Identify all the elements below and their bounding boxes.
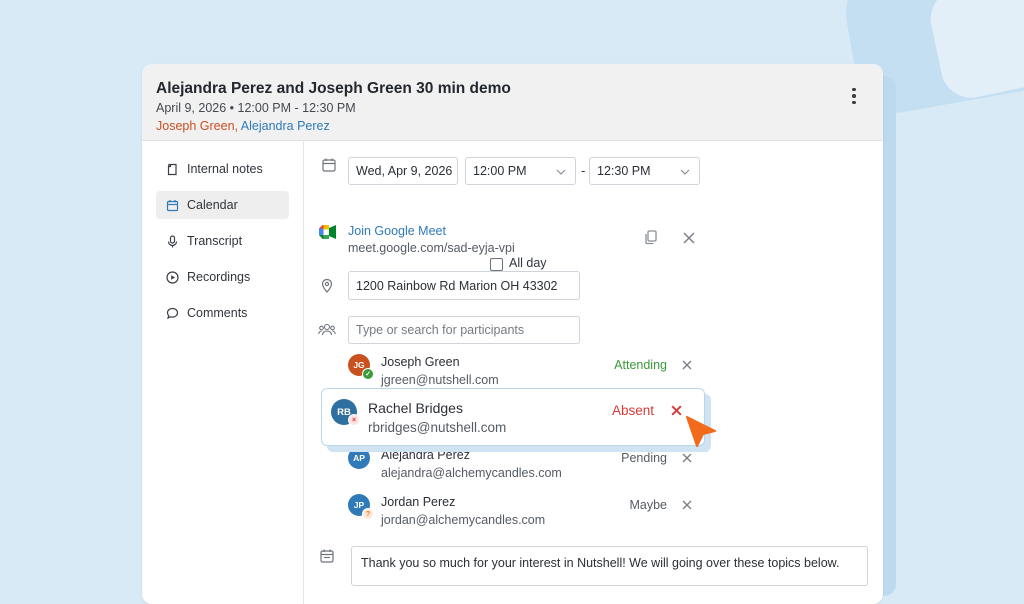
sidebar-item-calendar[interactable]: Calendar <box>156 191 289 219</box>
sidebar-item-label: Calendar <box>187 198 238 212</box>
end-time-value: 12:30 PM <box>597 164 651 178</box>
event-attendee-names: Joseph Green, Alejandra Perez <box>156 119 330 133</box>
sidebar-item-internal-notes[interactable]: Internal notes <box>156 155 289 183</box>
location-input[interactable]: 1200 Rainbow Rd Marion OH 43302 <box>348 271 580 300</box>
microphone-icon <box>165 234 179 248</box>
sidebar-item-comments[interactable]: Comments <box>156 299 289 327</box>
event-title: Alejandra Perez and Joseph Green 30 min … <box>156 80 511 97</box>
all-day-checkbox[interactable] <box>490 258 503 271</box>
sidebar: Internal notes Calendar Transcript Recor… <box>142 141 304 604</box>
participant-search-input[interactable]: Type or search for participants <box>348 316 580 344</box>
date-picker[interactable]: Wed, Apr 9, 2026 <box>348 157 458 185</box>
chevron-down-icon <box>680 169 690 175</box>
remove-participant-icon[interactable] <box>670 404 683 417</box>
all-day-label: All day <box>509 256 547 270</box>
copy-icon[interactable] <box>643 229 659 245</box>
event-header: Alejandra Perez and Joseph Green 30 min … <box>142 64 883 141</box>
notes-textarea[interactable]: Thank you so much for your interest in N… <box>351 546 868 586</box>
end-time-select[interactable]: 12:30 PM <box>589 157 700 185</box>
remove-participant-icon[interactable] <box>681 499 693 511</box>
calendar-panel: Wed, Apr 9, 2026 12:00 PM - 12:30 PM All… <box>304 141 883 604</box>
attendee-link-alejandra-perez[interactable]: Alejandra Perez <box>241 119 330 133</box>
chevron-down-icon <box>556 169 566 175</box>
sidebar-item-recordings[interactable]: Recordings <box>156 263 289 291</box>
start-time-value: 12:00 PM <box>473 164 527 178</box>
location-value: 1200 Rainbow Rd Marion OH 43302 <box>356 278 558 293</box>
notes-text: Thank you so much for your interest in N… <box>361 556 840 570</box>
play-circle-icon <box>165 270 179 284</box>
calendar-icon <box>165 198 179 212</box>
attendee-link-joseph-green[interactable]: Joseph Green, <box>156 119 238 133</box>
participant-search-placeholder: Type or search for participants <box>356 323 525 337</box>
sidebar-item-label: Internal notes <box>187 162 263 176</box>
sidebar-item-label: Transcript <box>187 234 243 248</box>
note-icon <box>165 162 179 176</box>
event-datetime: April 9, 2026 • 12:00 PM - 12:30 PM <box>156 101 356 115</box>
remove-participant-icon[interactable] <box>681 359 693 371</box>
sidebar-item-label: Recordings <box>187 270 251 284</box>
time-separator: - <box>581 163 586 178</box>
start-time-select[interactable]: 12:00 PM <box>465 157 576 185</box>
date-value: Wed, Apr 9, 2026 <box>356 164 453 178</box>
remove-meeting-icon[interactable] <box>681 230 697 246</box>
remove-participant-icon[interactable] <box>681 452 693 464</box>
calendar-icon <box>322 158 336 172</box>
sidebar-item-transcript[interactable]: Transcript <box>156 227 289 255</box>
sidebar-item-label: Comments <box>187 306 248 320</box>
more-options-icon[interactable] <box>842 84 866 108</box>
join-google-meet-link[interactable]: Join Google Meet <box>348 224 446 238</box>
comment-icon <box>165 306 179 320</box>
